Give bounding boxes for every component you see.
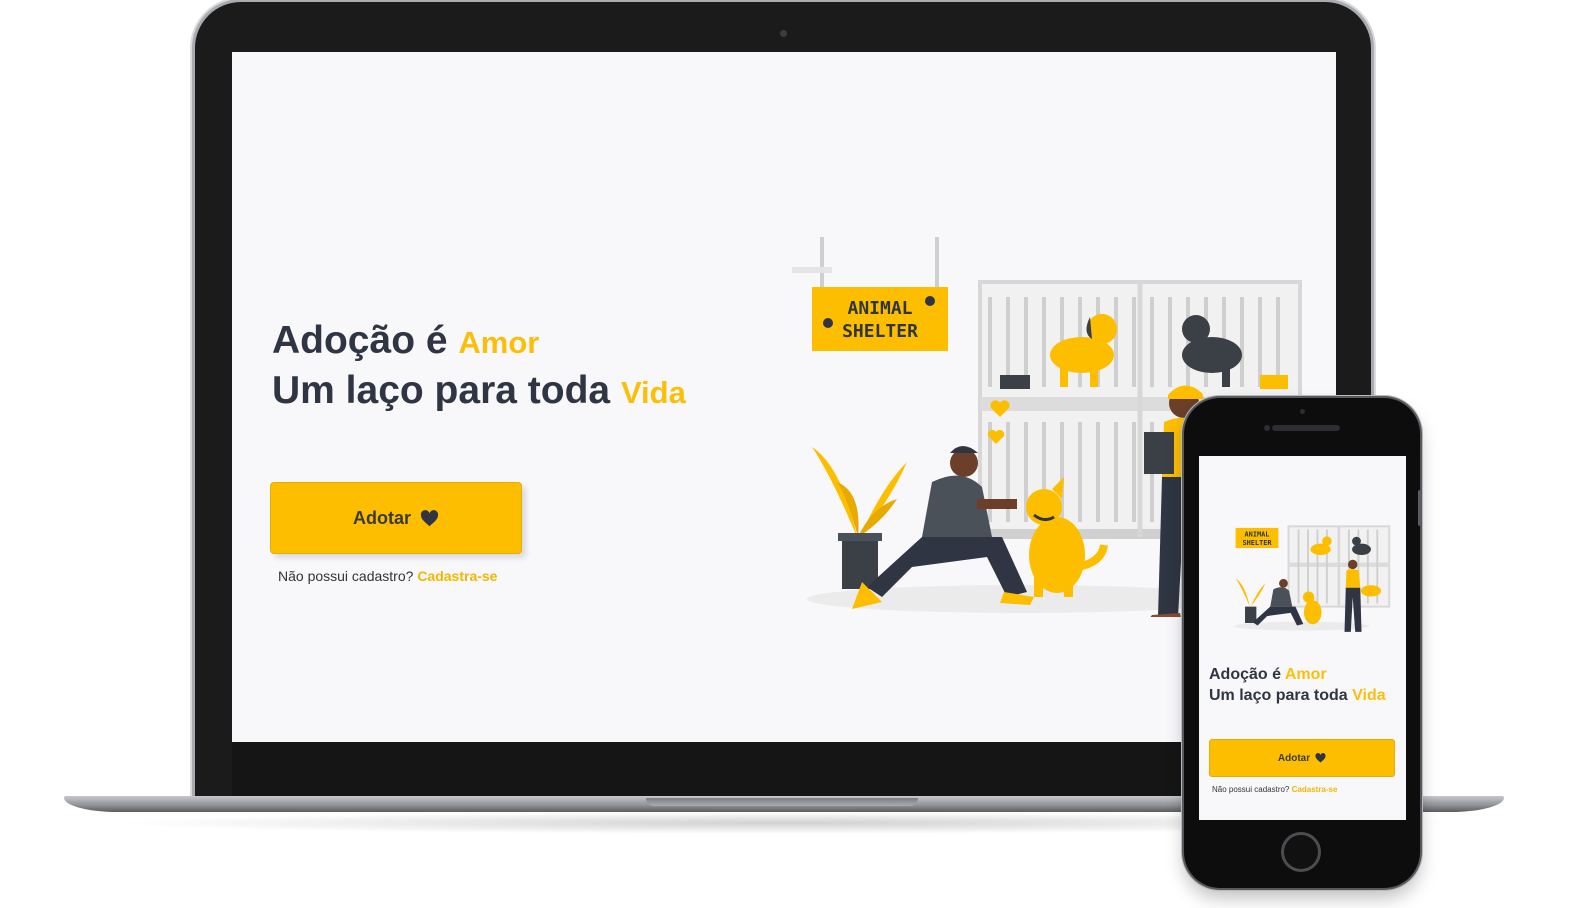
phone-hero-title: Adoção é Amor Um laço para toda Vida [1209,664,1386,706]
phone-sign-text-shelter: SHELTER [1242,539,1272,547]
signup-prompt: Não possui cadastro? Cadastra-se [278,568,497,584]
hero-title: Adoção é Amor Um laço para toda Vida [272,317,686,417]
heart-icon [420,509,439,527]
phone-hero-accent-vida: Vida [1352,687,1386,704]
phone-sensor [1300,409,1305,414]
phone-signup-link[interactable]: Cadastra-se [1292,785,1338,794]
laptop-hinge-notch [646,798,918,806]
phone-animal-shelter-illustration: ANIMAL SHELTER [1234,525,1391,632]
phone-sign-text-animal: ANIMAL [1245,531,1270,539]
phone-signup-question: Não possui cadastro? [1212,785,1290,794]
phone-home-button[interactable] [1281,832,1321,872]
sign-text-shelter: SHELTER [842,321,918,342]
phone-hero-line2-text: Um laço para toda [1209,687,1348,704]
phone-speaker [1272,425,1340,431]
phone-side-button [1418,490,1422,526]
phone-hero-accent-amor: Amor [1284,666,1327,683]
hero-accent-amor: Amor [458,325,540,360]
phone-adopt-button-label: Adotar [1277,752,1311,764]
phone-adopt-button[interactable]: Adotar [1209,739,1395,777]
laptop-screen: Adoção é Amor Um laço para toda Vida Ado… [232,52,1336,742]
phone-hero-line1-text: Adoção é [1209,666,1282,683]
adopt-button[interactable]: Adotar [270,482,522,554]
signup-question: Não possui cadastro? [278,568,414,584]
phone-signup-prompt: Não possui cadastro? Cadastra-se [1212,785,1337,794]
adopt-button-label: Adotar [353,507,411,528]
hero-line2-text: Um laço para toda [272,369,611,412]
sign-text-animal: ANIMAL [847,298,912,319]
laptop-bezel-bottom [232,742,1336,796]
phone-screen: ANIMAL SHELTER Adoção é Amor Um laço par… [1199,456,1406,820]
signup-link[interactable]: Cadastra-se [417,568,497,584]
animal-shelter-sign: ANIMAL SHELTER [792,237,948,351]
hero-line1-text: Adoção é [272,319,448,362]
heart-icon [1315,753,1326,763]
laptop-camera [780,30,787,37]
phone-camera [1264,425,1270,431]
hero-accent-vida: Vida [620,375,686,410]
